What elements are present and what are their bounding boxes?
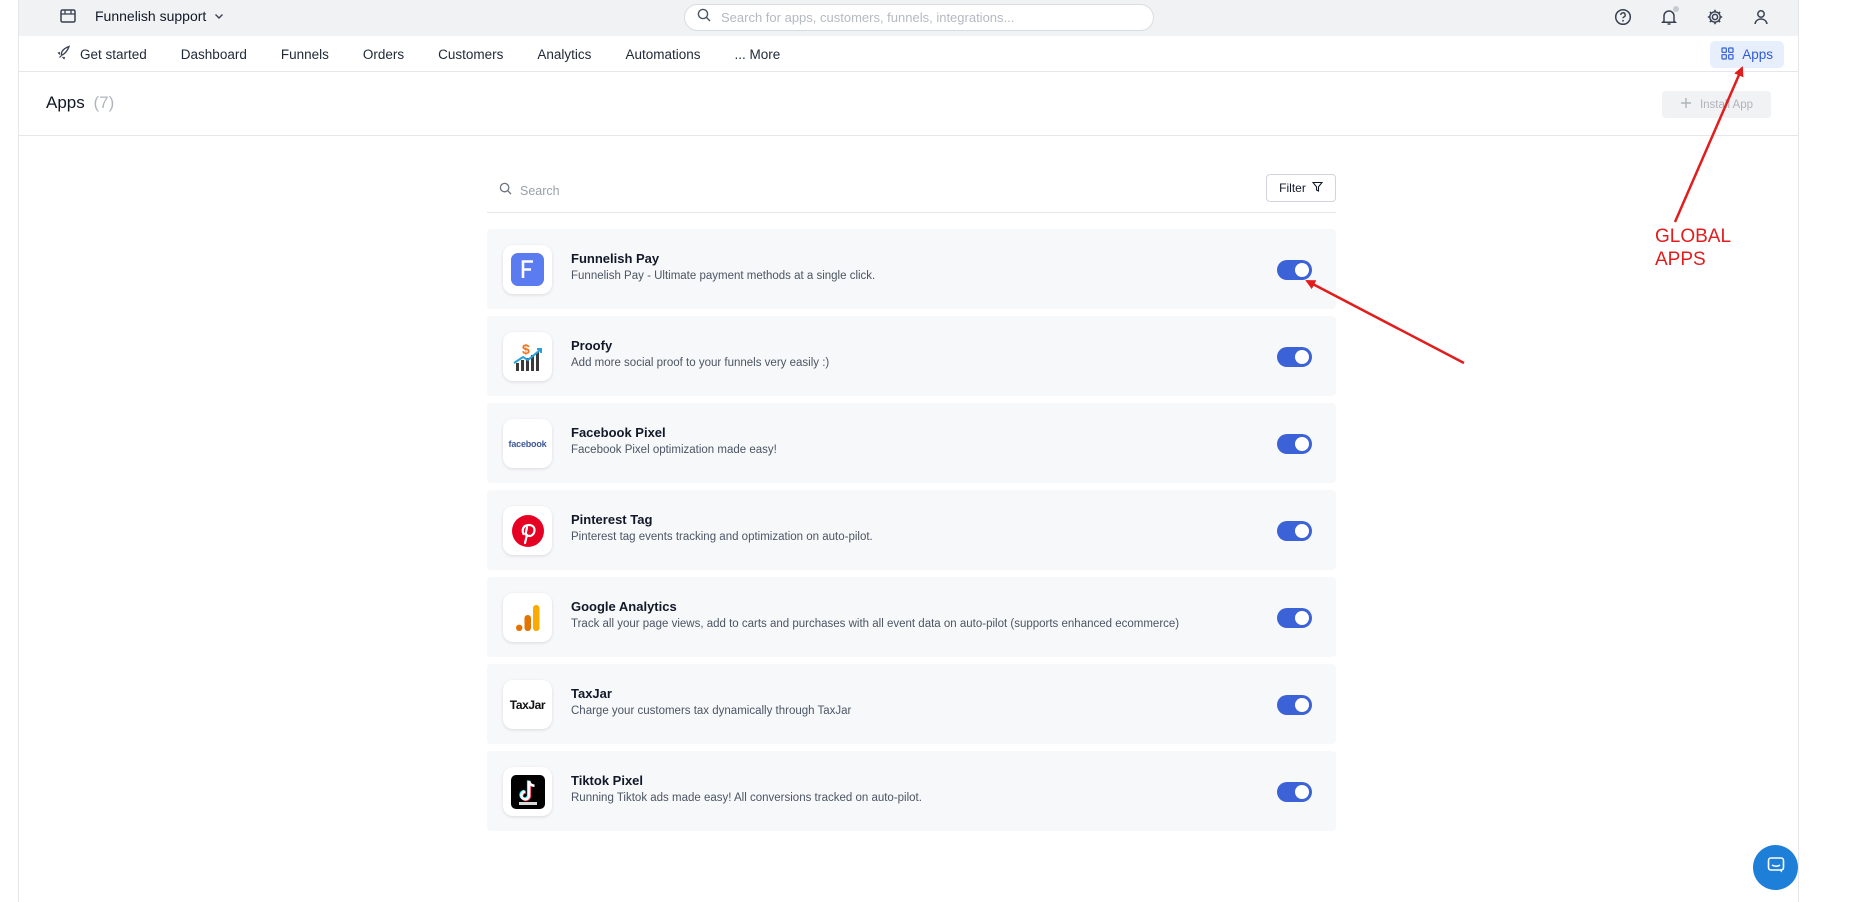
app-name: TaxJar <box>571 686 612 701</box>
app-toggle-google-analytics[interactable] <box>1277 608 1312 628</box>
app-description: Charge your customers tax dynamically th… <box>571 705 852 717</box>
store-switcher[interactable]: Funnelish support <box>59 7 224 25</box>
google-analytics-logo <box>503 593 552 642</box>
store-icon <box>59 7 77 25</box>
app-description: Funnelish Pay - Ultimate payment methods… <box>571 270 876 282</box>
facebook-logo-text: facebook <box>508 438 547 449</box>
filter-icon <box>1311 181 1323 195</box>
rocket-icon <box>57 45 72 63</box>
taxjar-logo: TaxJar <box>503 680 552 729</box>
nav-item-orders[interactable]: Orders <box>363 47 404 62</box>
page-title: Apps (7) <box>46 93 114 113</box>
nav-item-get-started[interactable]: Get started <box>57 45 147 63</box>
top-bar: Funnelish support <box>19 0 1798 36</box>
app-description: Facebook Pixel optimization made easy! <box>571 444 777 456</box>
svg-text:$: $ <box>522 341 530 357</box>
app-row-tiktok-pixel: Tiktok Pixel Running Tiktok ads made eas… <box>487 751 1336 831</box>
store-name: Funnelish support <box>95 8 207 24</box>
chevron-down-icon <box>214 8 224 24</box>
nav-item-analytics[interactable]: Analytics <box>537 47 591 62</box>
nav-item-automations[interactable]: Automations <box>625 47 700 62</box>
chat-button[interactable] <box>1753 845 1798 890</box>
global-apps-annotation: GLOBAL APPS <box>1655 225 1731 271</box>
nav-item-apps[interactable]: Apps <box>1710 41 1784 68</box>
page-header: Apps (7) Install App <box>19 72 1798 136</box>
apps-count: (7) <box>93 93 115 112</box>
nav-label: Get started <box>80 46 147 62</box>
search-icon <box>697 8 711 27</box>
app-toggle-facebook-pixel[interactable] <box>1277 434 1312 454</box>
annotation-line-2: APPS <box>1655 249 1706 270</box>
apps-tab-label: Apps <box>1742 47 1773 62</box>
funnelish-pay-logo <box>503 245 552 294</box>
app-description: Add more social proof to your funnels ve… <box>571 357 830 369</box>
app-frame: Funnelish support Search for apps, custo… <box>18 0 1799 902</box>
user-icon[interactable] <box>1750 6 1772 28</box>
gear-icon[interactable] <box>1704 6 1726 28</box>
chat-icon <box>1766 855 1786 880</box>
search-icon <box>499 182 512 200</box>
app-row-funnelish-pay: Funnelish Pay Funnelish Pay - Ultimate p… <box>487 229 1336 309</box>
plus-icon <box>1680 97 1692 112</box>
taxjar-logo-text: TaxJar <box>509 697 546 712</box>
app-description: Track all your page views, add to carts … <box>571 618 1180 630</box>
install-app-button[interactable]: Install App <box>1662 91 1771 118</box>
annotation-line-1: GLOBAL <box>1655 226 1732 247</box>
tiktok-logo <box>503 767 552 816</box>
nav-item-more[interactable]: ... More <box>734 47 780 62</box>
global-search-input[interactable] <box>721 10 1153 25</box>
proofy-logo: $ <box>503 332 552 381</box>
apps-list: Filter Funnelish Pay Funnelish Pay - Ult… <box>487 170 1336 831</box>
apps-search[interactable]: Filter <box>487 170 1336 213</box>
filter-button[interactable]: Filter <box>1266 174 1336 202</box>
app-description: Running Tiktok ads made easy! All conver… <box>571 792 922 804</box>
app-name: Funnelish Pay <box>571 251 660 266</box>
app-name: Pinterest Tag <box>571 512 653 527</box>
app-row-pinterest-tag: Pinterest Tag Pinterest tag events track… <box>487 490 1336 570</box>
help-icon[interactable] <box>1612 6 1634 28</box>
global-search[interactable] <box>684 4 1154 31</box>
app-toggle-tiktok-pixel[interactable] <box>1277 782 1312 802</box>
app-name: Proofy <box>571 338 613 353</box>
bell-icon[interactable] <box>1658 6 1680 28</box>
app-row-proofy: $ Proofy Add more social proof to your f… <box>487 316 1336 396</box>
nav-items: Get started Dashboard Funnels Orders Cus… <box>57 36 814 72</box>
facebook-logo: facebook <box>503 419 552 468</box>
app-description: Pinterest tag events tracking and optimi… <box>571 531 873 543</box>
app-row-google-analytics: Google Analytics Track all your page vie… <box>487 577 1336 657</box>
nav-item-dashboard[interactable]: Dashboard <box>181 47 247 62</box>
page-title-text: Apps <box>46 93 85 112</box>
app-row-facebook-pixel: facebook Facebook Pixel Facebook Pixel o… <box>487 403 1336 483</box>
nav-item-customers[interactable]: Customers <box>438 47 503 62</box>
top-icons <box>1612 6 1772 28</box>
app-name: Facebook Pixel <box>571 425 666 440</box>
app-toggle-proofy[interactable] <box>1277 347 1312 367</box>
nav-item-funnels[interactable]: Funnels <box>281 47 329 62</box>
app-row-taxjar: TaxJar TaxJar Charge your customers tax … <box>487 664 1336 744</box>
grid-icon <box>1721 46 1734 63</box>
install-app-label: Install App <box>1699 98 1754 111</box>
app-toggle-pinterest-tag[interactable] <box>1277 521 1312 541</box>
app-toggle-funnelish-pay[interactable] <box>1277 260 1312 280</box>
main-nav: Get started Dashboard Funnels Orders Cus… <box>19 36 1798 72</box>
filter-label: Filter <box>1279 181 1306 195</box>
app-name: Tiktok Pixel <box>571 773 644 788</box>
app-toggle-taxjar[interactable] <box>1277 695 1312 715</box>
pinterest-logo <box>503 506 552 555</box>
apps-search-input[interactable] <box>520 184 1120 198</box>
app-name: Google Analytics <box>571 599 677 614</box>
notification-dot <box>1673 6 1679 12</box>
